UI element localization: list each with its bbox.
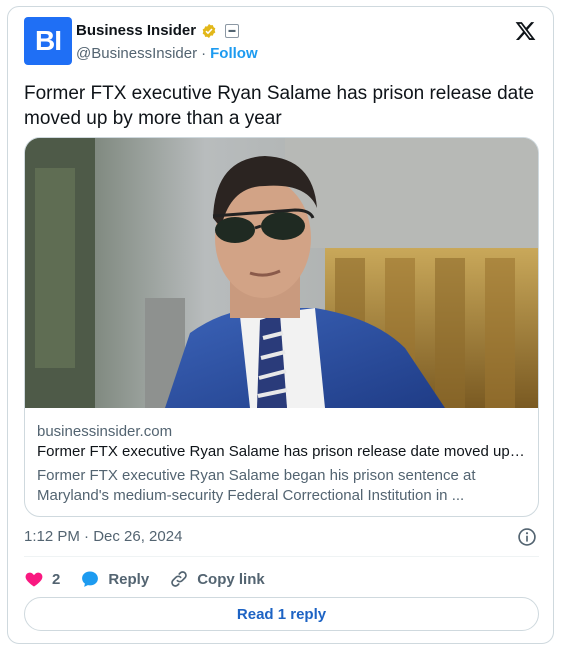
verified-badge-icon (202, 23, 216, 38)
tweet-actions-bar: 2 Reply Copy link (24, 565, 285, 593)
link-preview-card[interactable]: businessinsider.com Former FTX executive… (24, 137, 539, 517)
tweet-timestamp[interactable]: 1:12 PM · Dec 26, 2024 (24, 528, 182, 545)
author-avatar[interactable]: BI (24, 17, 72, 65)
reply-bubble-icon (82, 571, 99, 587)
link-card-meta: businessinsider.com Former FTX executive… (37, 422, 527, 506)
article-photo[interactable] (25, 138, 539, 408)
tweet-embed-card: BI Business Insider ▬ @BusinessInsider ·… (7, 6, 554, 644)
avatar-logo-text: BI (35, 25, 62, 56)
tweet-text: Former FTX executive Ryan Salame has pri… (24, 83, 535, 129)
read-replies-button[interactable]: Read 1 reply (24, 597, 539, 631)
author-display-name[interactable]: Business Insider (76, 22, 196, 39)
reply-button[interactable]: Reply (80, 569, 149, 589)
actions-divider (24, 556, 539, 557)
heart-icon (25, 572, 43, 587)
read-replies-label: Read 1 reply (236, 605, 327, 623)
like-count: 2 (52, 570, 61, 588)
info-icon[interactable] (517, 527, 537, 547)
x-logo-icon[interactable] (514, 20, 537, 42)
reply-label: Reply (108, 570, 150, 588)
handle-separator: · (201, 45, 207, 62)
like-button[interactable]: 2 (24, 569, 60, 589)
copy-link-label: Copy link (197, 570, 265, 588)
link-card-description: Former FTX executive Ryan Salame began h… (37, 467, 476, 504)
affiliate-badge-icon: ▬ (225, 23, 240, 38)
author-handle[interactable]: @BusinessInsider (76, 45, 197, 62)
author-name-row: Business Insider ▬ (76, 22, 240, 39)
link-card-title[interactable]: Former FTX executive Ryan Salame has pri… (37, 442, 527, 462)
author-handle-row: @BusinessInsider · Follow (76, 45, 258, 62)
copy-link-button[interactable]: Copy link (169, 569, 265, 589)
follow-button[interactable]: Follow (210, 45, 258, 62)
link-icon (171, 571, 187, 587)
link-card-domain: businessinsider.com (37, 423, 173, 440)
